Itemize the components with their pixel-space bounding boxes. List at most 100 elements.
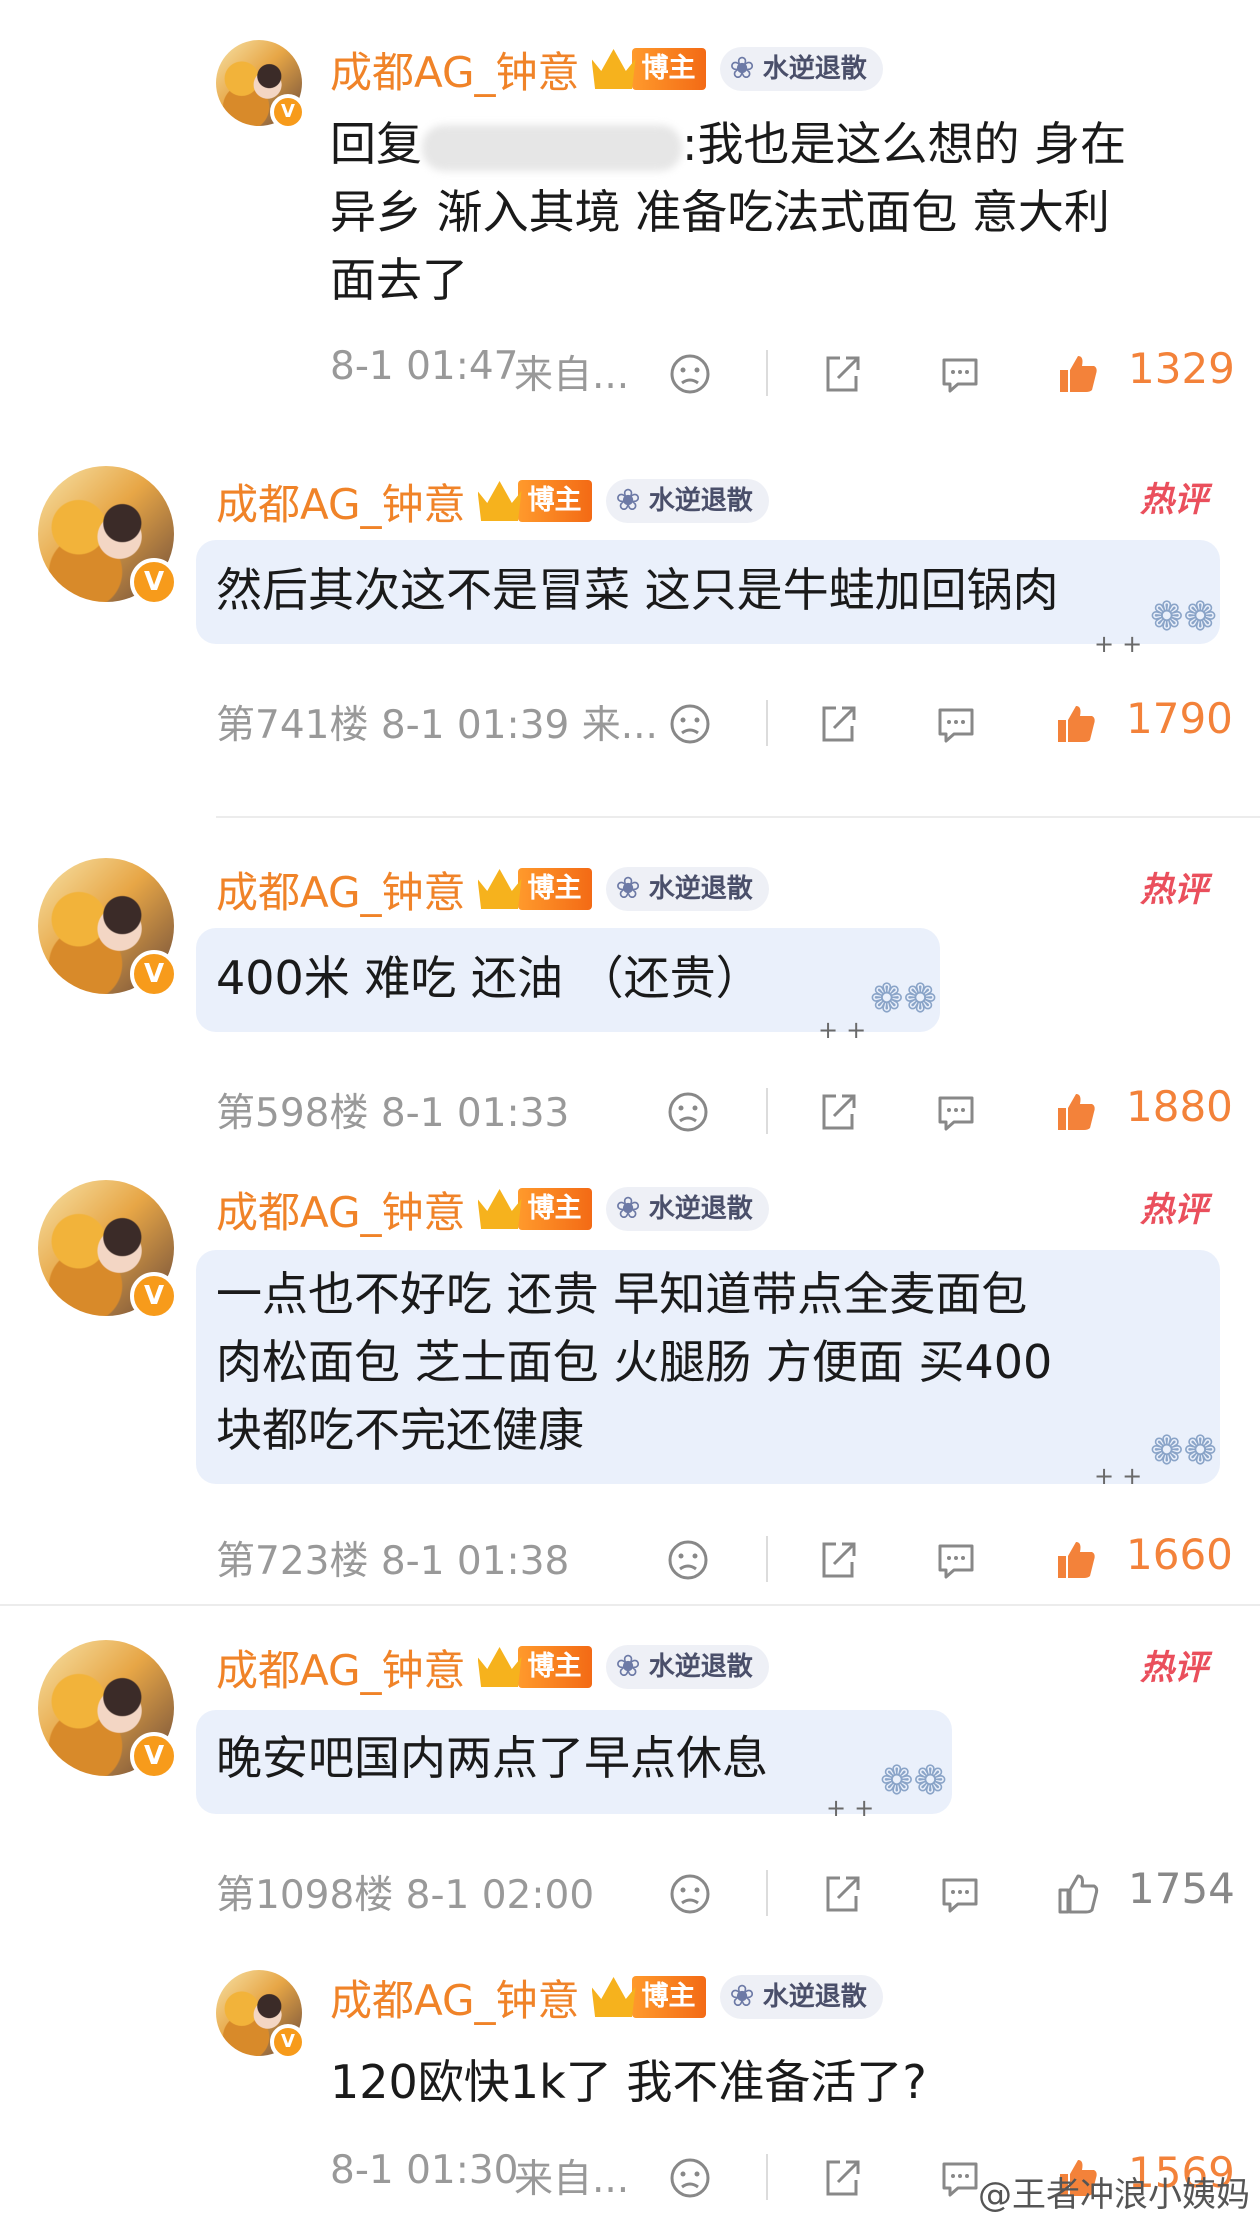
sparkle-icon: ++ — [826, 1794, 883, 1822]
username[interactable]: 成都AG_钟意 — [330, 1967, 580, 2028]
like-count: 1660 — [1126, 1530, 1233, 1579]
separator — [766, 700, 768, 746]
lotus-icon: ❀ — [729, 51, 755, 86]
fan-badge-label: 水逆退散 — [648, 1194, 753, 1224]
username[interactable]: 成都AG_钟意 — [216, 471, 466, 532]
separator — [766, 2154, 768, 2200]
sparkle-icon: ++ — [1094, 1462, 1151, 1490]
share-icon[interactable] — [816, 1538, 860, 1582]
dislike-face-icon[interactable] — [668, 702, 712, 746]
like-count: 1790 — [1126, 694, 1233, 743]
floor-and-time: 第1098楼 8-1 02:00 — [216, 1873, 595, 1918]
divider — [0, 1604, 1260, 1606]
thumbs-up-icon[interactable] — [1054, 702, 1098, 746]
fan-badge[interactable]: ❀ 水逆退散 — [719, 1975, 883, 2019]
comment-icon[interactable] — [938, 2156, 982, 2200]
dislike-face-icon[interactable] — [668, 1872, 712, 1916]
blogger-badge: 博主 — [517, 1646, 592, 1688]
floor-and-time: 第598楼 8-1 01:33 — [216, 1091, 570, 1136]
blogger-badge: 博主 — [517, 1188, 592, 1230]
crown-icon — [477, 1647, 522, 1687]
crown-icon — [477, 1189, 522, 1229]
separator — [766, 350, 768, 396]
hot-comment-tag: 热评 — [1140, 870, 1208, 910]
comment-icon[interactable] — [938, 352, 982, 396]
fan-badge[interactable]: ❀ 水逆退散 — [605, 479, 769, 523]
avatar[interactable]: V — [38, 1180, 178, 1320]
dislike-face-icon[interactable] — [666, 1090, 710, 1134]
lotus-icon: ❀ — [729, 1979, 755, 2014]
verified-badge-icon: V — [130, 950, 178, 998]
lotus-icon: ❀ — [615, 871, 641, 906]
fan-badge-label: 水逆退散 — [648, 1652, 753, 1682]
dislike-face-icon[interactable] — [666, 1538, 710, 1582]
comment-icon[interactable] — [934, 702, 978, 746]
avatar[interactable]: V — [38, 466, 178, 606]
avatar[interactable]: V — [38, 858, 178, 998]
avatar[interactable]: V — [38, 1640, 178, 1780]
fan-badge-label: 水逆退散 — [648, 874, 753, 904]
separator — [766, 1870, 768, 1916]
share-icon[interactable] — [820, 1872, 864, 1916]
lotus-icon: ❀ — [615, 1649, 641, 1684]
username[interactable]: 成都AG_钟意 — [216, 1637, 466, 1698]
rose-sticker-icon: ❁❁ — [1150, 1428, 1218, 1474]
fan-badge-label: 水逆退散 — [762, 54, 867, 84]
crown-icon — [591, 1977, 636, 2017]
lotus-icon: ❀ — [615, 483, 641, 518]
crown-icon — [477, 481, 522, 521]
comment-text: 一点也不好吃 还贵 早知道带点全麦面包 肉松面包 芝士面包 火腿肠 方便面 买4… — [216, 1267, 1053, 1457]
separator — [766, 1088, 768, 1134]
like-count: 1754 — [1128, 1864, 1235, 1913]
crown-icon — [591, 49, 636, 89]
sparkle-icon: ++ — [1094, 630, 1151, 658]
avatar[interactable]: V — [216, 1970, 306, 2060]
blogger-badge: 博主 — [517, 868, 592, 910]
sparkle-icon: ++ — [818, 1016, 875, 1044]
rose-sticker-icon: ❁❁ — [880, 1758, 948, 1804]
blurred-username — [422, 124, 682, 171]
floor-and-time: 第741楼 8-1 01:39 来... — [216, 703, 658, 748]
username[interactable]: 成都AG_钟意 — [330, 39, 580, 100]
floor-and-time: 第723楼 8-1 01:38 — [216, 1539, 570, 1584]
thumbs-up-icon[interactable] — [1056, 352, 1100, 396]
dislike-face-icon[interactable] — [668, 2156, 712, 2200]
comment-text: 120欧快1k了 我不准备活了? — [330, 2055, 927, 2109]
avatar[interactable]: V — [216, 40, 306, 130]
source-text: 来自... — [514, 2157, 630, 2202]
comment-icon[interactable] — [934, 1090, 978, 1134]
verified-badge-icon: V — [130, 1732, 178, 1780]
share-icon[interactable] — [816, 1090, 860, 1134]
thumbs-up-icon[interactable] — [1054, 1538, 1098, 1582]
fan-badge[interactable]: ❀ 水逆退散 — [605, 1645, 769, 1689]
timestamp: 8-1 01:30 — [330, 2148, 519, 2193]
fan-badge[interactable]: ❀ 水逆退散 — [605, 1187, 769, 1231]
lotus-icon: ❀ — [615, 1191, 641, 1226]
comment-text: 400米 难吃 还油 （还贵） — [216, 951, 762, 1005]
dislike-face-icon[interactable] — [668, 352, 712, 396]
share-icon[interactable] — [820, 352, 864, 396]
blogger-badge: 博主 — [517, 480, 592, 522]
share-icon[interactable] — [820, 2156, 864, 2200]
rose-sticker-icon: ❁❁ — [870, 976, 938, 1022]
divider — [216, 816, 1260, 818]
share-icon[interactable] — [816, 702, 860, 746]
comment-text: 回复:我也是这么想的 身在 异乡 渐入其境 准备吃法式面包 意大利 面去了 — [330, 110, 1230, 314]
fan-badge[interactable]: ❀ 水逆退散 — [719, 47, 883, 91]
comment-text: 然后其次这不是冒菜 这只是牛蛙加回锅肉 — [216, 563, 1059, 617]
verified-badge-icon: V — [270, 2024, 306, 2060]
fan-badge-label: 水逆退散 — [762, 1982, 867, 2012]
hot-comment-tag: 热评 — [1140, 1648, 1208, 1688]
reply-prefix: 回复 — [330, 117, 422, 171]
rose-sticker-icon: ❁❁ — [1150, 594, 1218, 640]
username[interactable]: 成都AG_钟意 — [216, 1179, 466, 1240]
fan-badge[interactable]: ❀ 水逆退散 — [605, 867, 769, 911]
thumbs-up-icon[interactable] — [1056, 1872, 1100, 1916]
watermark: @王者冲浪小姨妈 — [978, 2175, 1250, 2215]
separator — [766, 1536, 768, 1582]
username[interactable]: 成都AG_钟意 — [216, 859, 466, 920]
verified-badge-icon: V — [270, 94, 306, 130]
comment-icon[interactable] — [934, 1538, 978, 1582]
comment-icon[interactable] — [938, 1872, 982, 1916]
thumbs-up-icon[interactable] — [1054, 1090, 1098, 1134]
